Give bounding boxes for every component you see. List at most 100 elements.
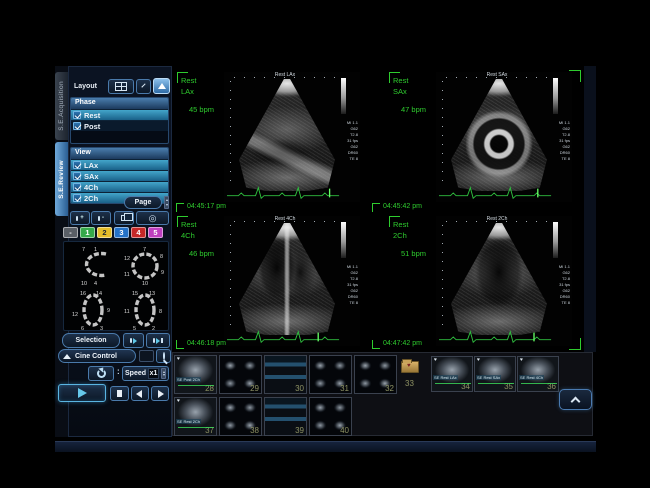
- tab-se-acquisition-label: S.E.Acquisition: [58, 81, 65, 131]
- heart-rate-label: 46 bpm: [189, 249, 214, 258]
- thumbnail-folder[interactable]: ♥ 33: [401, 361, 427, 391]
- target-button[interactable]: ◎: [136, 211, 169, 225]
- page-button[interactable]: Page: [124, 196, 162, 209]
- thumbnail-clip[interactable]: ♥ SE Rest 4Ch 36: [517, 356, 559, 392]
- score-chip-3[interactable]: 3: [114, 227, 129, 238]
- step-back-button[interactable]: [131, 386, 149, 401]
- score-chip-1[interactable]: 1: [80, 227, 95, 238]
- right-edge-strip: [584, 66, 596, 352]
- thumbnail-clip[interactable]: 32: [354, 355, 397, 394]
- loop-mode-button[interactable]: [88, 366, 114, 381]
- score-chip-2[interactable]: 2: [97, 227, 112, 238]
- thumbnail-clip[interactable]: 30: [264, 355, 307, 394]
- checkbox-2ch[interactable]: [73, 194, 81, 202]
- zoom-button[interactable]: [156, 349, 171, 363]
- view-item-sax[interactable]: SAx: [71, 170, 168, 181]
- score-chip-5[interactable]: 5: [148, 227, 163, 238]
- thumbnail-clip[interactable]: 38: [219, 397, 262, 436]
- cine-frame-indicator: [139, 350, 154, 362]
- chevron-down-icon: [141, 83, 145, 87]
- thumbnail-clip[interactable]: ♥ SE Rest LAx 34: [431, 356, 473, 392]
- viewport-rest-lax[interactable]: Rest LAx 45 bpm Rest LAx MI 1.1G62T2.8 3…: [172, 66, 384, 206]
- score-chip-4[interactable]: 4: [131, 227, 146, 238]
- viewport-rest-2ch[interactable]: Rest 2Ch 51 bpm Rest 2Ch MI 1.1G62T2.8 3…: [384, 210, 584, 346]
- step-forward-button[interactable]: [151, 386, 169, 401]
- display-corner-marker: [569, 338, 581, 350]
- image-icon: [158, 83, 166, 89]
- speed-control: Speed x1: [122, 366, 169, 381]
- selection-button[interactable]: Selection: [62, 333, 120, 348]
- thumbnail-clip[interactable]: ♥ SE Rest SAx 35: [474, 356, 516, 392]
- viewport-rest-sax[interactable]: Rest SAx 47 bpm Rest SAx MI 1.1G62T2.8 3…: [384, 66, 584, 206]
- view-item-4ch[interactable]: 4Ch: [71, 181, 168, 192]
- picture-icon: [98, 216, 100, 221]
- thumbnail-scroll-up-button[interactable]: [559, 389, 592, 410]
- assign-image-button[interactable]: +: [70, 211, 90, 225]
- svg-text:5: 5: [133, 326, 136, 330]
- heart-rate-label: 45 bpm: [189, 105, 214, 114]
- send-delete-image-button[interactable]: [146, 333, 170, 348]
- svg-text:9: 9: [107, 308, 110, 314]
- ultrasound-image[interactable]: Rest 2Ch MI 1.1G62T2.8 31 fpsG62DR60 TE …: [436, 216, 572, 346]
- viewport-rest-4ch[interactable]: Rest 4Ch 46 bpm Rest 4Ch MI 1.1G62T2.8 3…: [172, 210, 384, 346]
- layout-grid-button[interactable]: [108, 79, 134, 94]
- checkbox-sax[interactable]: [73, 172, 81, 180]
- heart-rate-label: 51 bpm: [401, 249, 426, 258]
- checkbox-post[interactable]: [73, 122, 81, 130]
- segment-diagram-panel[interactable]: 7 1 10 4 7 8 12 9 11 10 16 14 12 9 6 3 1…: [63, 241, 169, 331]
- checkbox-lax[interactable]: [73, 161, 81, 169]
- svg-text:3: 3: [100, 326, 103, 330]
- collapse-up-icon: [63, 354, 71, 359]
- clip-timestamp-rest-4ch: 04:46:18 pm: [176, 340, 226, 349]
- ultrasound-image[interactable]: Rest LAx MI 1.1G62T2.8 31 fpsG62DR60 TE …: [224, 72, 360, 202]
- thumbnail-clip[interactable]: 29: [219, 355, 262, 394]
- stop-button[interactable]: [110, 386, 129, 401]
- thumbnail-clip[interactable]: 40: [309, 397, 352, 436]
- tab-se-acquisition[interactable]: S.E.Acquisition: [55, 72, 68, 140]
- score-chip-none[interactable]: -: [63, 227, 78, 238]
- page-spinner[interactable]: [164, 196, 169, 209]
- ecg-trace: [227, 186, 341, 200]
- thumbnail-clip[interactable]: 31: [309, 355, 352, 394]
- phase-item-rest[interactable]: Rest: [71, 109, 168, 120]
- grayscale-bar: [341, 78, 346, 114]
- arrow-right-icon: [156, 338, 160, 344]
- speed-spinner[interactable]: [161, 368, 166, 379]
- segment-diagram-lax: 7 1 10 4: [68, 244, 116, 286]
- image-display-button[interactable]: [153, 78, 170, 94]
- thumbnail-clip[interactable]: ♥ SE Post 2Ch 28: [174, 355, 217, 394]
- quadrant-label: Rest 2Ch: [393, 219, 408, 241]
- step-forward-icon: [158, 390, 164, 398]
- ultrasound-image[interactable]: Rest SAx MI 1.1G62T2.8 31 fpsG62DR60 TE …: [436, 72, 572, 202]
- svg-text:13: 13: [149, 291, 155, 297]
- timestamp-bracket: [176, 340, 184, 349]
- remove-image-button[interactable]: -: [91, 211, 111, 225]
- play-button[interactable]: [58, 384, 106, 402]
- image-title: Rest SAx: [436, 72, 558, 78]
- loop-icon: [97, 369, 106, 378]
- wall-motion-score-chips: - 1 2 3 4 5: [63, 227, 169, 238]
- speed-value[interactable]: x1: [148, 368, 159, 379]
- quadrant-label: Rest SAx: [393, 75, 408, 97]
- svg-text:12: 12: [124, 256, 130, 262]
- phase-item-post[interactable]: Post: [71, 120, 168, 131]
- view-item-lax[interactable]: LAx: [71, 159, 168, 170]
- heart-icon: ♥: [407, 363, 411, 369]
- ultrasound-image[interactable]: Rest 4Ch MI 1.1G62T2.8 31 fpsG62DR60 TE …: [224, 216, 360, 346]
- checkbox-4ch[interactable]: [73, 183, 81, 191]
- tab-se-review[interactable]: S.E.Review: [55, 142, 68, 216]
- step-back-icon: [136, 390, 142, 398]
- display-corner-marker: [569, 70, 581, 82]
- ecg-trace: [227, 330, 341, 344]
- segment-diagram-sax: 7 8 12 9 11 10: [120, 244, 168, 286]
- thumbnail-clip[interactable]: 39: [264, 397, 307, 436]
- magnifier-icon: [163, 352, 165, 360]
- checkbox-rest[interactable]: [73, 111, 81, 119]
- bottom-status-bar: [55, 441, 596, 452]
- layout-dropdown-button[interactable]: [136, 79, 151, 94]
- cine-control-header[interactable]: Cine Control: [58, 349, 136, 363]
- copy-pages-button[interactable]: [114, 211, 134, 225]
- thumbnail-clip[interactable]: ♥ SE Rest 2Ch 37: [174, 397, 217, 436]
- send-image-button[interactable]: [123, 333, 144, 348]
- svg-text:16: 16: [80, 291, 86, 297]
